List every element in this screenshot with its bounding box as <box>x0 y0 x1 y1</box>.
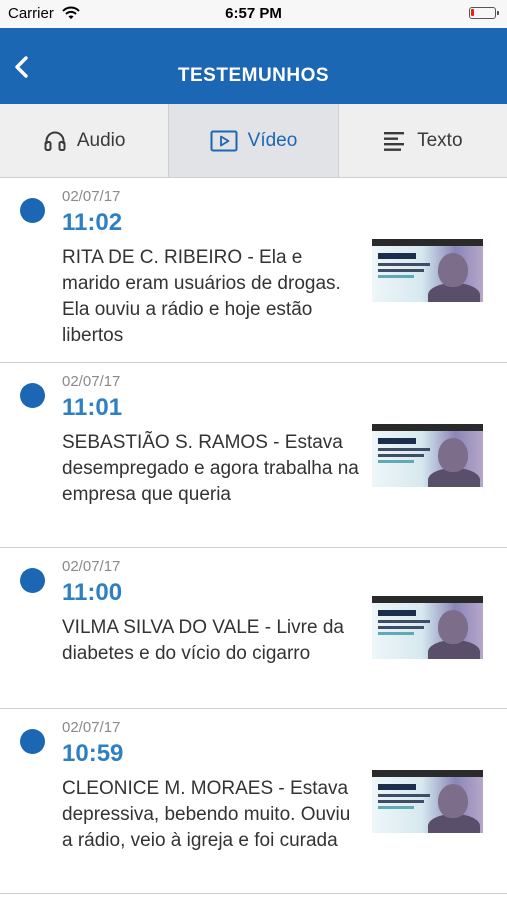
media-tabs: Audio Vídeo Texto <box>0 104 507 178</box>
item-time: 11:01 <box>62 394 123 421</box>
headphones-icon <box>43 129 67 153</box>
item-time: 10:59 <box>62 740 124 767</box>
tab-text[interactable]: Texto <box>337 104 507 177</box>
unread-dot <box>20 198 45 223</box>
nav-bar: TESTEMUNHOS <box>0 28 507 104</box>
item-description: VILMA SILVA DO VALE - Livre da diabetes … <box>62 617 344 664</box>
video-thumbnail[interactable] <box>372 424 483 487</box>
item-description: SEBASTIÃO S. RAMOS - Estava desempregado… <box>62 432 359 505</box>
item-date: 02/07/17 <box>62 719 121 736</box>
list-item[interactable]: 02/07/17 11:02 RITA DE C. RIBEIRO - Ela … <box>0 178 507 363</box>
item-date: 02/07/17 <box>62 558 121 575</box>
tab-audio[interactable]: Audio <box>0 104 168 177</box>
video-thumbnail[interactable] <box>372 596 483 659</box>
unread-dot <box>20 383 45 408</box>
testimony-list: 02/07/17 11:02 RITA DE C. RIBEIRO - Ela … <box>0 178 507 894</box>
item-time: 11:00 <box>62 579 123 606</box>
tab-video[interactable]: Vídeo <box>168 104 338 177</box>
video-thumbnail[interactable] <box>372 239 483 302</box>
unread-dot <box>20 729 45 754</box>
tab-audio-label: Audio <box>76 129 126 151</box>
list-item[interactable]: 02/07/17 11:00 VILMA SILVA DO VALE - Liv… <box>0 548 507 709</box>
status-bar: Carrier 6:57 PM <box>0 0 507 28</box>
tab-video-label: Vídeo <box>247 129 298 151</box>
item-description: CLEONICE M. MORAES - Estava depressiva, … <box>62 778 351 851</box>
video-thumbnail[interactable] <box>372 770 483 833</box>
tab-text-label: Texto <box>417 129 463 151</box>
play-icon <box>210 130 238 152</box>
status-time: 6:57 PM <box>225 5 282 22</box>
list-item[interactable]: 02/07/17 10:59 CLEONICE M. MORAES - Esta… <box>0 709 507 894</box>
item-date: 02/07/17 <box>62 188 121 205</box>
item-description: RITA DE C. RIBEIRO - Ela e marido eram u… <box>62 247 341 346</box>
battery-icon <box>469 7 499 19</box>
page-title: TESTEMUNHOS <box>177 65 330 86</box>
text-lines-icon <box>383 130 407 152</box>
unread-dot <box>20 568 45 593</box>
item-time: 11:02 <box>62 209 123 236</box>
item-date: 02/07/17 <box>62 373 121 390</box>
list-item[interactable]: 02/07/17 11:01 SEBASTIÃO S. RAMOS - Esta… <box>0 363 507 548</box>
